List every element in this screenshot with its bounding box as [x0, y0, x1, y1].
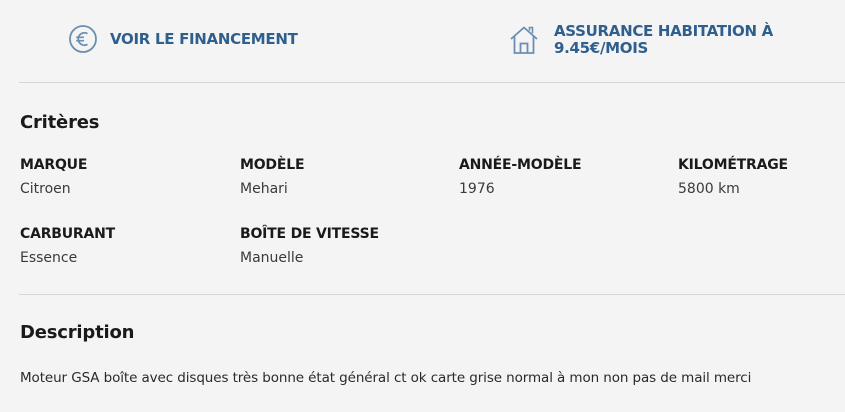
criterion-marque: MARQUE Citroen [20, 157, 230, 198]
description-title: Description [20, 322, 135, 343]
assurance-label-line2: 9.45€/MOIS [554, 39, 648, 57]
assurance-label: ASSURANCE HABITATION À 9.45€/MOIS [554, 23, 784, 57]
financement-label: VOIR LE FINANCEMENT [110, 29, 298, 48]
criterion-label: BOÎTE DE VITESSE [240, 226, 379, 242]
criterion-boite-de-vitesse: BOÎTE DE VITESSE Manuelle [240, 226, 450, 267]
criterion-label: ANNÉE-MODÈLE [459, 157, 582, 173]
criterion-label: KILOMÉTRAGE [678, 157, 788, 173]
criterion-value: Essence [20, 250, 78, 266]
criterion-value: 1976 [459, 181, 495, 197]
criterion-label: MARQUE [20, 157, 88, 173]
criterion-carburant: CARBURANT Essence [20, 226, 230, 267]
criterion-label: MODÈLE [240, 157, 305, 173]
assurance-label-line1: ASSURANCE HABITATION À [554, 22, 773, 40]
criterion-value: Mehari [240, 181, 288, 197]
description-text: Moteur GSA boîte avec disques très bonne… [20, 370, 752, 386]
criterion-label: CARBURANT [20, 226, 116, 242]
criterion-value: 5800 km [678, 181, 740, 197]
criterion-annee-modele: ANNÉE-MODÈLE 1976 [459, 157, 669, 198]
house-icon [508, 24, 540, 56]
promo-bar: VOIR LE FINANCEMENT ASSURANCE HABITATION… [0, 0, 845, 83]
section-divider [19, 294, 845, 295]
criteres-title: Critères [20, 112, 100, 133]
criterion-value: Manuelle [240, 250, 304, 266]
criterion-kilometrage: KILOMÉTRAGE 5800 km [678, 157, 838, 198]
criterion-value: Citroen [20, 181, 71, 197]
assurance-habitation-link[interactable]: ASSURANCE HABITATION À 9.45€/MOIS [508, 21, 784, 59]
financement-link[interactable]: VOIR LE FINANCEMENT [68, 24, 298, 54]
promo-bar-divider [19, 82, 845, 83]
euro-circle-icon [68, 24, 98, 54]
ad-details-panel: VOIR LE FINANCEMENT ASSURANCE HABITATION… [0, 0, 845, 412]
criterion-modele: MODÈLE Mehari [240, 157, 450, 198]
